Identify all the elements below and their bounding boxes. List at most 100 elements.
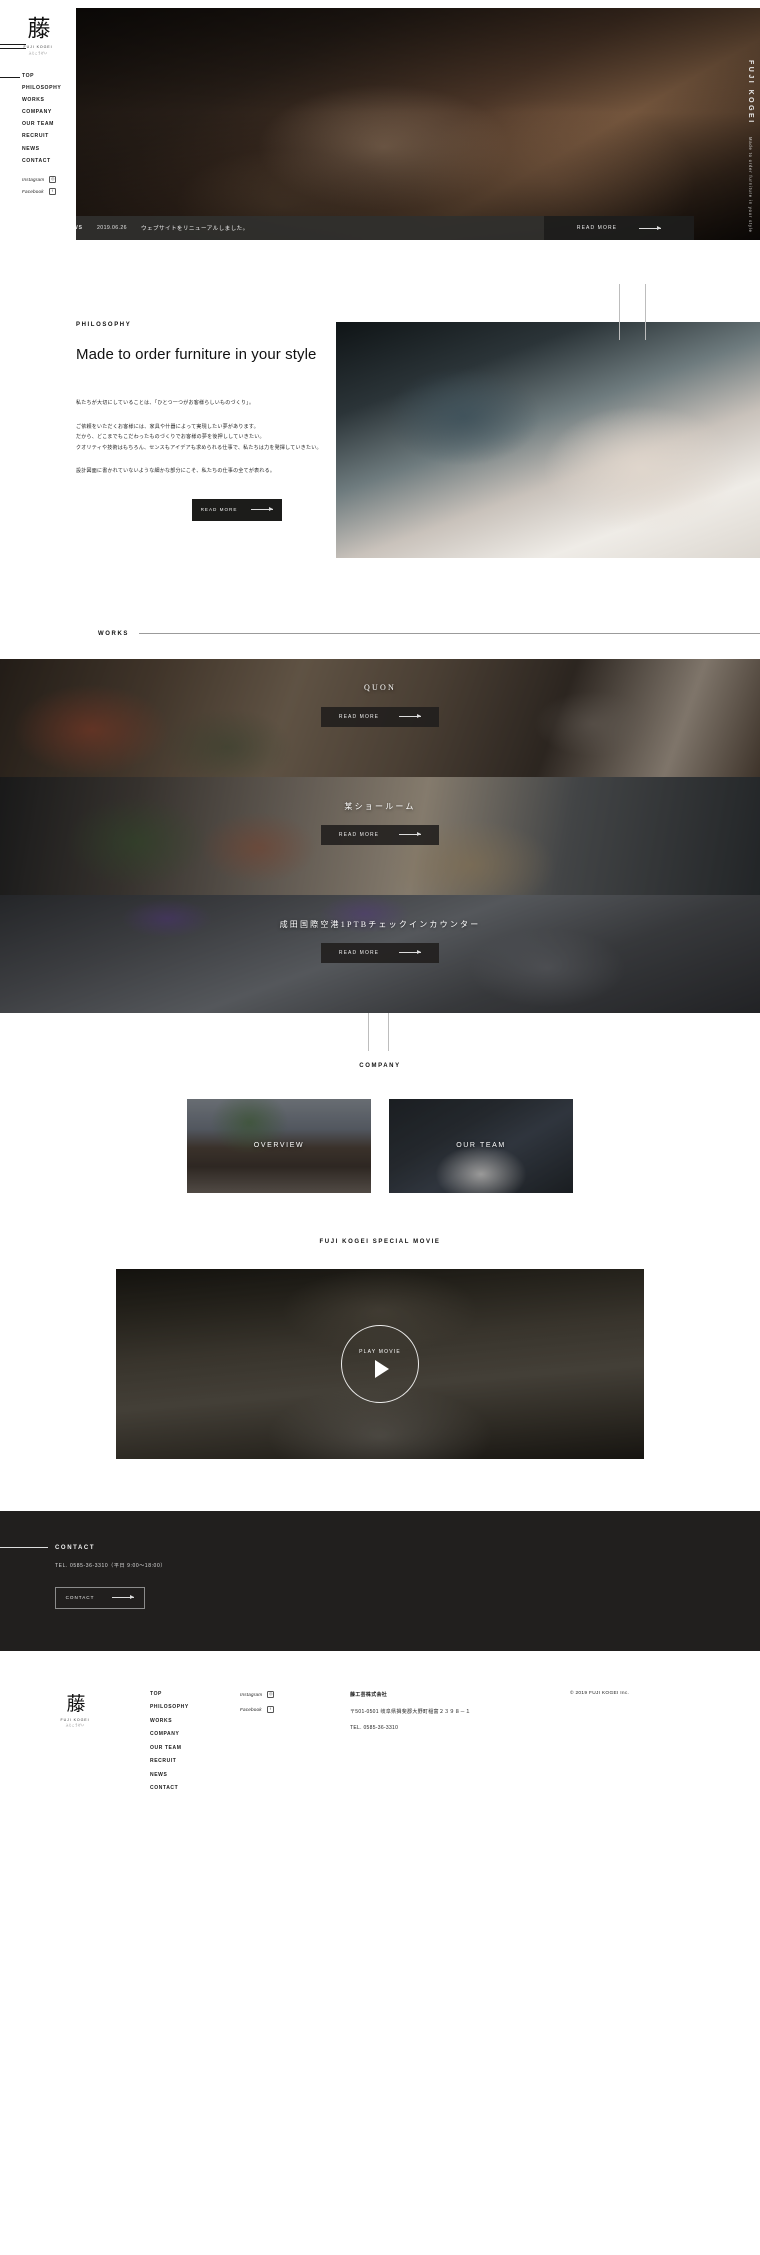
- company-card-label: OVERVIEW: [253, 1142, 305, 1149]
- works-rule: [139, 633, 760, 634]
- footer-company-info: 藤工芸株式会社 〒501-0501 岐阜県揖斐郡大野町稲富２３９８－１ TEL.…: [350, 1691, 570, 1799]
- footer-social-link-facebook[interactable]: Facebook f: [240, 1705, 350, 1713]
- footer-nav-item-top[interactable]: TOP: [150, 1691, 240, 1697]
- arrow-right-icon: [112, 1595, 135, 1600]
- movie-player[interactable]: PLAY MOVIE: [116, 1268, 644, 1459]
- contact-label: CONTACT: [55, 1544, 96, 1551]
- movie-heading: FUJI KOGEI SPECIAL MOVIE: [319, 1238, 441, 1245]
- works-label: WORKS: [98, 630, 129, 637]
- footer-copyright: © 2019 FUJI KOGEI Inc.: [570, 1690, 630, 1696]
- hero-vertical-subtitle: Made to order furniture in your style: [748, 137, 753, 233]
- footer-logo-kana: ふじこうげい: [65, 1724, 85, 1727]
- footer-nav-item-recruit[interactable]: RECRUIT: [150, 1758, 240, 1764]
- works-item-title: 某ショールーム: [344, 801, 416, 811]
- play-movie-label: PLAY MOVIE: [359, 1349, 401, 1355]
- footer-social-link-instagram[interactable]: Instagram ◎: [240, 1690, 350, 1698]
- logo-kanji: 藤: [27, 16, 51, 42]
- news-bar-content[interactable]: NEWS 2019.06.26 ウェブサイトをリニューアルしました。: [48, 216, 544, 240]
- company-section: COMPANY OVERVIEW OUR TEAM FUJI KOGEI SPE…: [0, 1012, 760, 1459]
- contact-button[interactable]: CONTACT: [55, 1586, 145, 1609]
- works-heading: WORKS: [0, 601, 760, 659]
- contact-telephone: TEL. 0585-36-3310（平日 9:00〜18:00）: [55, 1562, 166, 1569]
- social-link-facebook[interactable]: Facebook f: [22, 187, 76, 195]
- footer-nav-item-our-team[interactable]: OUR TEAM: [150, 1745, 240, 1751]
- nav-item-recruit[interactable]: RECRUIT: [22, 133, 76, 139]
- nav-item-our-team[interactable]: OUR TEAM: [22, 121, 76, 127]
- works-item-title: QUON: [364, 682, 396, 692]
- company-cards: OVERVIEW OUR TEAM: [0, 1098, 760, 1193]
- philosophy-body: 私たちが大切にしていることは、「ひとつ一つがお客様らしいものづくり」。 ご依頼を…: [76, 398, 376, 477]
- philosophy-rule-b: [645, 284, 646, 340]
- nav-item-contact[interactable]: CONTACT: [22, 158, 76, 164]
- philosophy-read-more-button[interactable]: READ MORE: [192, 498, 282, 521]
- philosophy-paragraph-1: 私たちが大切にしていることは、「ひとつ一つがお客様らしいものづくり」。: [76, 400, 255, 406]
- contact-button-label: CONTACT: [65, 1595, 95, 1600]
- footer-company-tel: TEL. 0585-36-3310: [350, 1724, 399, 1731]
- company-rule-a: [368, 1012, 369, 1051]
- left-rail: 藤 FUJI KOGEI ふじこうげい TOP PHILOSOPHY WORKS…: [0, 0, 76, 262]
- logo-romaji: FUJI KOGEI: [23, 45, 53, 49]
- footer-nav-item-company[interactable]: COMPANY: [150, 1731, 240, 1737]
- philosophy-rule-a: [619, 284, 620, 340]
- footer-social-links: Instagram ◎ Facebook f: [240, 1690, 350, 1799]
- works-item-read-more-label: READ MORE: [338, 831, 380, 838]
- arrow-right-icon: [399, 714, 422, 719]
- logo-kana: ふじこうげい: [28, 51, 48, 55]
- play-movie-button[interactable]: PLAY MOVIE: [341, 1324, 419, 1403]
- hero-section: FUJI KOGEI Made to order furniture in yo…: [0, 0, 760, 262]
- nav-item-company[interactable]: COMPANY: [22, 109, 76, 115]
- footer-nav-item-philosophy[interactable]: PHILOSOPHY: [150, 1704, 240, 1710]
- contact-section: CONTACT TEL. 0585-36-3310（平日 9:00〜18:00）…: [0, 1510, 760, 1651]
- footer-social-label-facebook: Facebook: [240, 1706, 262, 1712]
- play-icon: [375, 1360, 389, 1378]
- arrow-right-icon: [251, 507, 274, 512]
- works-item-showroom[interactable]: 某ショールーム READ MORE: [0, 776, 760, 895]
- instagram-icon: ◎: [49, 175, 57, 183]
- instagram-icon: ◎: [267, 1690, 275, 1698]
- works-item-title: 成田国際空港1PTBチェックインカウンター: [279, 919, 481, 929]
- footer-nav-item-news[interactable]: NEWS: [150, 1772, 240, 1778]
- social-label-instagram: Instagram: [22, 176, 45, 182]
- social-links: Instagram ◎ Facebook f: [0, 175, 76, 195]
- footer-navigation: TOP PHILOSOPHY WORKS COMPANY OUR TEAM RE…: [150, 1691, 240, 1799]
- news-date: 2019.06.26: [97, 225, 127, 231]
- social-link-instagram[interactable]: Instagram ◎: [22, 175, 76, 183]
- works-item-read-more-button[interactable]: READ MORE: [321, 824, 439, 845]
- site-logo[interactable]: 藤 FUJI KOGEI ふじこうげい: [0, 0, 76, 55]
- arrow-right-icon: [399, 950, 422, 955]
- news-read-more-button[interactable]: READ MORE: [544, 216, 694, 240]
- works-item-read-more-label: READ MORE: [338, 713, 380, 720]
- works-item-read-more-button[interactable]: READ MORE: [321, 942, 439, 963]
- contact-heading: CONTACT: [0, 1545, 760, 1551]
- works-item-quon[interactable]: QUON READ MORE: [0, 658, 760, 777]
- nav-item-works[interactable]: WORKS: [22, 97, 76, 103]
- philosophy-image: [336, 322, 760, 558]
- facebook-icon: f: [48, 187, 56, 195]
- contact-rule: [0, 1547, 48, 1548]
- company-rule-b: [388, 1012, 389, 1051]
- works-item-narita-airport[interactable]: 成田国際空港1PTBチェックインカウンター READ MORE: [0, 894, 760, 1013]
- footer-logo-romaji: FUJI KOGEI: [60, 1717, 90, 1722]
- site-footer: 藤 FUJI KOGEI ふじこうげい TOP PHILOSOPHY WORKS…: [0, 1650, 760, 1829]
- footer-company-address: 〒501-0501 岐阜県揖斐郡大野町稲富２３９８－１: [350, 1708, 471, 1715]
- hero-image: [76, 8, 760, 240]
- footer-nav-item-contact[interactable]: CONTACT: [150, 1785, 240, 1791]
- footer-nav-item-works[interactable]: WORKS: [150, 1718, 240, 1724]
- nav-item-news[interactable]: NEWS: [22, 146, 76, 152]
- philosophy-paragraph-2: ご依頼をいただくお客様には、家具や什器によって実現したい夢があります。 だから、…: [76, 423, 322, 451]
- footer-social-label-instagram: Instagram: [240, 1691, 263, 1697]
- nav-item-top[interactable]: TOP: [22, 73, 76, 79]
- nav-item-philosophy[interactable]: PHILOSOPHY: [22, 85, 76, 91]
- company-card-our-team[interactable]: OUR TEAM: [389, 1098, 573, 1193]
- arrow-right-icon: [639, 225, 662, 230]
- social-label-facebook: Facebook: [22, 188, 44, 194]
- main-navigation: TOP PHILOSOPHY WORKS COMPANY OUR TEAM RE…: [0, 73, 76, 164]
- arrow-right-icon: [399, 832, 422, 837]
- footer-logo[interactable]: 藤 FUJI KOGEI ふじこうげい: [0, 1691, 150, 1799]
- news-bar[interactable]: NEWS 2019.06.26 ウェブサイトをリニューアルしました。 READ …: [48, 216, 694, 240]
- footer-company-name: 藤工芸株式会社: [350, 1691, 388, 1698]
- philosophy-paragraph-3: 設計図面に書かれていないような細かな部分にこそ、私たちの仕事の全てが表れる。: [76, 468, 276, 474]
- works-item-read-more-button[interactable]: READ MORE: [321, 706, 439, 727]
- company-card-overview[interactable]: OVERVIEW: [187, 1098, 371, 1193]
- hero-vertical-brand: FUJI KOGEI Made to order furniture in yo…: [747, 60, 754, 233]
